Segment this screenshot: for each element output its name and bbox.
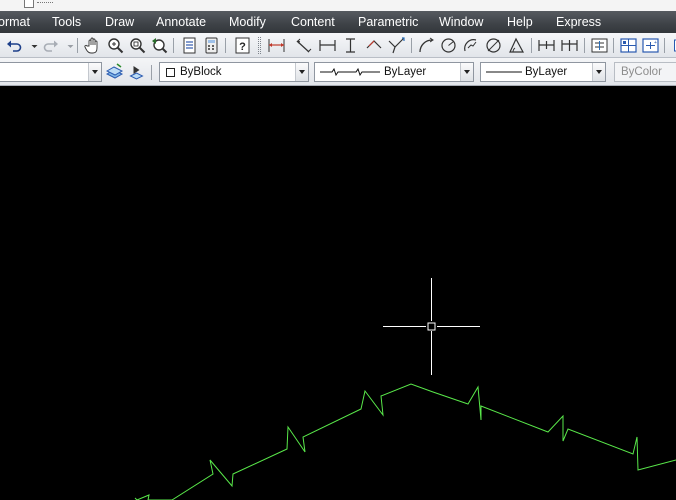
layer-state-icon[interactable] xyxy=(105,62,124,81)
plot-style-dropdown: ByColor xyxy=(614,62,676,82)
color-value: ByBlock xyxy=(180,66,222,78)
dim-linear-icon[interactable] xyxy=(267,36,286,55)
dim-angle-icon[interactable] xyxy=(507,36,526,55)
dim-jog-radius-icon[interactable] xyxy=(461,36,480,55)
undo-icon[interactable] xyxy=(5,36,24,55)
toolbar-separator xyxy=(531,38,532,53)
document-icon xyxy=(24,0,53,8)
calculator-icon[interactable] xyxy=(202,36,221,55)
dim-aligned-icon[interactable] xyxy=(294,36,313,55)
redo-icon[interactable] xyxy=(41,36,60,55)
menu-annotate[interactable]: Annotate xyxy=(156,15,206,29)
zoom-window-icon[interactable] xyxy=(128,36,147,55)
properties-icon[interactable] xyxy=(180,36,199,55)
tolerance-icon[interactable] xyxy=(619,36,638,55)
dim-continue-icon[interactable] xyxy=(560,36,579,55)
menu-express[interactable]: Express xyxy=(556,15,601,29)
more-tools-icon[interactable] xyxy=(668,36,676,55)
color-swatch xyxy=(166,68,175,77)
menu-modify[interactable]: Modify xyxy=(229,15,266,29)
toolbar-separator xyxy=(225,38,226,53)
dim-arc-icon[interactable] xyxy=(417,36,436,55)
toolbar-separator xyxy=(151,65,152,80)
help-icon[interactable]: ? xyxy=(233,36,252,55)
menu-parametric[interactable]: Parametric xyxy=(358,15,418,29)
menu-help[interactable]: Help xyxy=(507,15,533,29)
drawing-svg xyxy=(134,278,676,500)
title-strip xyxy=(0,0,676,11)
lineweight-preview-icon xyxy=(486,71,522,73)
menu-format[interactable]: ormat xyxy=(0,15,30,29)
drawing-polyline[interactable] xyxy=(134,383,676,500)
dim-angular-icon[interactable] xyxy=(364,36,383,55)
pan-icon[interactable] xyxy=(84,36,103,55)
toolbar-separator xyxy=(584,38,585,53)
menu-window[interactable]: Window xyxy=(439,15,483,29)
zoom-realtime-icon[interactable] xyxy=(106,36,125,55)
make-current-layer-icon[interactable] xyxy=(127,62,145,81)
dim-space-icon[interactable] xyxy=(590,36,609,55)
center-mark-icon[interactable]: + xyxy=(641,36,660,55)
color-dropdown[interactable]: ByBlock xyxy=(159,62,309,82)
dim-ordinate-icon[interactable] xyxy=(341,36,360,55)
dim-radius-icon[interactable] xyxy=(439,36,458,55)
menu-draw[interactable]: Draw xyxy=(105,15,134,29)
toolbar-separator xyxy=(613,38,614,53)
toolbar-grip[interactable] xyxy=(258,37,261,54)
menu-bar: ormat Tools Draw Annotate Modify Content… xyxy=(0,11,676,33)
chevron-down-icon[interactable] xyxy=(295,63,308,81)
svg-text:?: ? xyxy=(239,41,246,53)
toolbar-separator xyxy=(664,38,665,53)
layer-dropdown[interactable] xyxy=(0,62,102,82)
svg-text:+: + xyxy=(654,40,657,46)
drawing-canvas[interactable] xyxy=(0,86,676,500)
menu-content[interactable]: Content xyxy=(291,15,335,29)
plot-style-value: ByColor xyxy=(621,66,662,78)
dim-baseline-icon[interactable] xyxy=(318,36,337,55)
chevron-down-icon[interactable] xyxy=(460,63,473,81)
chevron-down-icon[interactable] xyxy=(88,63,101,81)
dim-diameter-icon[interactable] xyxy=(484,36,503,55)
lineweight-dropdown[interactable]: ByLayer xyxy=(480,62,606,82)
undo-dropdown-icon[interactable] xyxy=(25,36,38,55)
linetype-dropdown[interactable]: ByLayer xyxy=(314,62,474,82)
linetype-value: ByLayer xyxy=(384,66,427,78)
properties-toolbar: ByBlock ByLayer ByLayer ByColor xyxy=(0,58,676,86)
crosshair-cursor xyxy=(383,278,480,375)
linetype-preview-icon xyxy=(320,67,380,77)
dim-jogged-icon[interactable] xyxy=(387,36,406,55)
chevron-down-icon[interactable] xyxy=(592,63,605,81)
redo-dropdown-icon[interactable] xyxy=(61,36,74,55)
standard-toolbar: ? + xyxy=(0,33,676,58)
toolbar-separator xyxy=(411,38,412,53)
lineweight-value: ByLayer xyxy=(525,66,568,78)
toolbar-separator xyxy=(173,38,174,53)
pickbox xyxy=(427,322,436,331)
zoom-previous-icon[interactable] xyxy=(150,36,169,55)
toolbar-separator xyxy=(77,38,78,53)
dim-quick-icon[interactable] xyxy=(537,36,556,55)
menu-tools[interactable]: Tools xyxy=(52,15,81,29)
